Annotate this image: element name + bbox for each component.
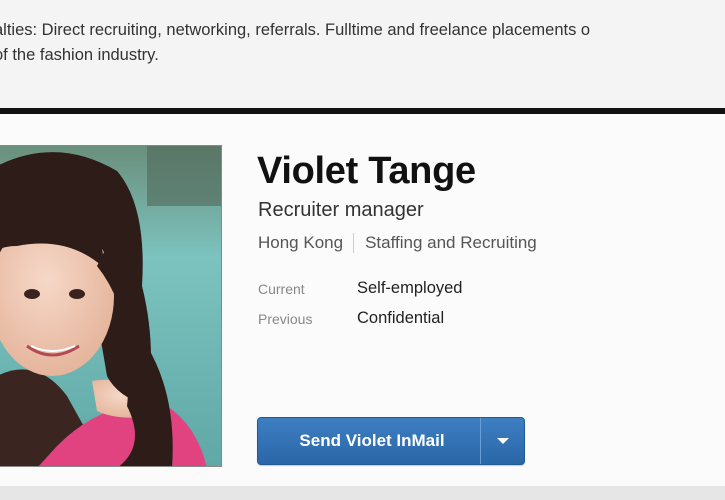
location-link[interactable]: Hong Kong bbox=[258, 233, 343, 253]
specialties-text: alties: Direct recruiting, networking, r… bbox=[0, 21, 591, 64]
profile-name: Violet Tange bbox=[257, 150, 476, 192]
current-value[interactable]: Self-employed bbox=[357, 279, 462, 298]
profile-photo-image bbox=[0, 146, 221, 466]
send-inmail-button[interactable]: Send Violet InMail bbox=[258, 418, 480, 464]
profile-meta: Hong Kong Staffing and Recruiting bbox=[258, 233, 537, 253]
industry-link[interactable]: Staffing and Recruiting bbox=[365, 233, 537, 253]
send-inmail-button-group: Send Violet InMail bbox=[257, 417, 525, 465]
profile-headline: Recruiter manager bbox=[258, 199, 424, 221]
current-label: Current bbox=[258, 281, 305, 297]
meta-separator bbox=[353, 233, 355, 253]
chevron-down-icon bbox=[496, 438, 509, 444]
specialties-section: alties: Direct recruiting, networking, r… bbox=[0, 0, 725, 108]
inmail-dropdown-button[interactable] bbox=[480, 418, 524, 464]
previous-value[interactable]: Confidential bbox=[357, 309, 444, 328]
profile-photo[interactable] bbox=[0, 145, 222, 467]
bottom-band bbox=[0, 486, 725, 500]
previous-label: Previous bbox=[258, 311, 313, 327]
